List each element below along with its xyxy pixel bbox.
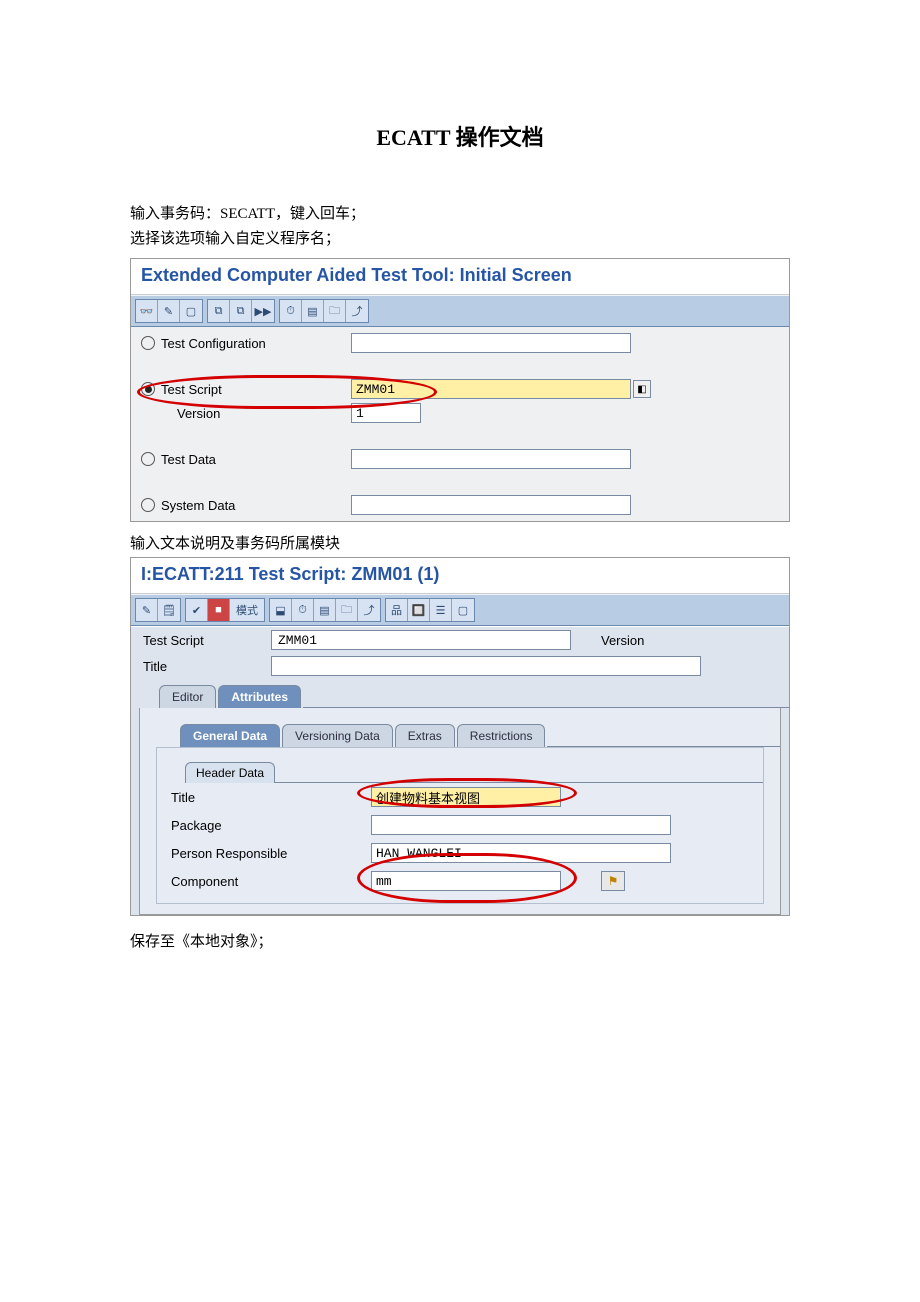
screen1-title: Extended Computer Aided Test Tool: Initi… <box>131 259 789 295</box>
gd-package-label: Package <box>171 818 371 833</box>
where-icon[interactable]: 🔲 <box>408 599 430 621</box>
label2-test-script: Test Script <box>143 633 271 648</box>
label-version: Version <box>177 406 220 421</box>
export2-icon[interactable]: ⤴ <box>358 599 380 621</box>
sub-tabstrip: General Data Versioning Data Extras Rest… <box>140 714 780 747</box>
label2-version: Version <box>601 633 644 648</box>
fastforward-icon[interactable]: ▶▶ <box>252 300 274 322</box>
stop-icon[interactable]: ■ <box>208 599 230 621</box>
field2-test-script: ZMM01 <box>271 630 571 650</box>
glasses-icon[interactable]: 👓 <box>136 300 158 322</box>
search-help-icon[interactable]: ◧ <box>633 380 651 398</box>
intro-line-2: 选择该选项输入自定义程序名； <box>130 227 790 248</box>
clock-icon[interactable]: ⏱ <box>280 300 302 322</box>
intro-line-1: 输入事务码：SECATT，键入回车； <box>130 202 790 223</box>
gd-title-label: Title <box>171 790 371 805</box>
screen1-toolbar: 👓 ✎ ▢ ⧉ ⧉ ▶▶ ⏱ ▤ 🗀 ⤴ <box>131 295 789 327</box>
gd-component-label: Component <box>171 874 371 889</box>
hier-icon[interactable]: 品 <box>386 599 408 621</box>
sheet-icon[interactable]: ▤ <box>302 300 324 322</box>
toggle-icon[interactable]: ✎ <box>136 599 158 621</box>
list-icon[interactable]: ☰ <box>430 599 452 621</box>
component-help-icon[interactable]: ⚑ <box>601 871 625 891</box>
label-test-script: Test Script <box>161 382 222 397</box>
tab-editor[interactable]: Editor <box>159 685 216 708</box>
sap-screenshot-script: I:ECATT:211 Test Script: ZMM01 (1) ✎ 🗒 ✔… <box>130 557 790 916</box>
sap-screenshot-initial: Extended Computer Aided Test Tool: Initi… <box>130 258 790 522</box>
copy-icon[interactable]: ⧉ <box>208 300 230 322</box>
tab-attributes[interactable]: Attributes <box>218 685 301 708</box>
field-test-data[interactable] <box>351 449 631 469</box>
field-test-script[interactable]: ZMM01 <box>351 379 631 399</box>
tab-extras[interactable]: Extras <box>395 724 455 747</box>
field-system-data[interactable] <box>351 495 631 515</box>
screen2-title: I:ECATT:211 Test Script: ZMM01 (1) <box>131 558 789 594</box>
tab-general-data[interactable]: General Data <box>180 724 280 747</box>
radio-test-script[interactable] <box>141 382 155 396</box>
page-icon[interactable]: ▢ <box>180 300 202 322</box>
intro-line-4: 保存至《本地对象》； <box>130 930 790 951</box>
intro-line-3: 输入文本说明及事务码所属模块 <box>130 532 790 553</box>
label2-title: Title <box>143 659 271 674</box>
radio-test-config[interactable] <box>141 336 155 350</box>
other-icon[interactable]: 🗒 <box>158 599 180 621</box>
tree-icon[interactable]: ⬓ <box>270 599 292 621</box>
main-tabstrip: Editor Attributes <box>131 679 789 708</box>
label-test-data: Test Data <box>161 452 216 467</box>
tab-versioning-data[interactable]: Versioning Data <box>282 724 393 747</box>
export-icon[interactable]: ⤴ <box>346 300 368 322</box>
radio-system-data[interactable] <box>141 498 155 512</box>
gd-package-field[interactable] <box>371 815 671 835</box>
mode-button[interactable]: 模式 <box>230 599 264 621</box>
gd-person-label: Person Responsible <box>171 846 371 861</box>
gd-title-field[interactable]: 创建物料基本视图 <box>371 787 561 807</box>
gd-person-field: HAN_WANGLEI <box>371 843 671 863</box>
doc-title: ECATT 操作文档 <box>130 120 790 152</box>
group-header-data: Header Data <box>185 762 275 783</box>
screen2-toolbar: ✎ 🗒 ✔ ■ 模式 ⬓ ⏱ ▤ 🗀 ⤴ 品 🔲 ☰ ▢ <box>131 594 789 626</box>
label-test-config: Test Configuration <box>161 336 266 351</box>
tab-restrictions[interactable]: Restrictions <box>457 724 546 747</box>
sheet2-icon[interactable]: ▤ <box>314 599 336 621</box>
field2-title[interactable] <box>271 656 701 676</box>
copy2-icon[interactable]: ⧉ <box>230 300 252 322</box>
folder2-icon[interactable]: 🗀 <box>336 599 358 621</box>
field-version[interactable]: 1 <box>351 403 421 423</box>
label-system-data: System Data <box>161 498 235 513</box>
radio-test-data[interactable] <box>141 452 155 466</box>
check-icon[interactable]: ✔ <box>186 599 208 621</box>
pencil-icon[interactable]: ✎ <box>158 300 180 322</box>
gd-component-field[interactable]: mm <box>371 871 561 891</box>
field-test-config[interactable] <box>351 333 631 353</box>
blank-icon[interactable]: ▢ <box>452 599 474 621</box>
folder-icon[interactable]: 🗀 <box>324 300 346 322</box>
clock2-icon[interactable]: ⏱ <box>292 599 314 621</box>
